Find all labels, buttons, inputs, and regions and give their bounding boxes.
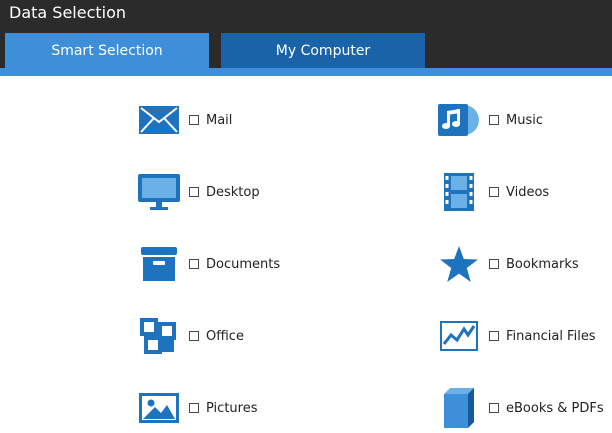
category-mail[interactable]: Mail — [138, 100, 232, 140]
category-label: Documents — [206, 256, 281, 272]
monitor-icon — [138, 172, 180, 212]
category-music[interactable]: Music — [438, 100, 543, 140]
category-desktop[interactable]: Desktop — [138, 172, 260, 212]
bookmarks-checkbox[interactable] — [489, 259, 499, 269]
financial-files-checkbox[interactable] — [489, 331, 499, 341]
chart-icon — [438, 316, 480, 356]
mail-checkbox[interactable] — [189, 115, 199, 125]
book-icon — [438, 388, 480, 428]
category-label: Office — [206, 328, 244, 344]
tab-underline — [0, 68, 612, 76]
tab-label: Smart Selection — [51, 42, 163, 59]
category-financial-files[interactable]: Financial Files — [438, 316, 596, 356]
tab-my-computer[interactable]: My Computer — [221, 33, 425, 68]
category-label: Financial Files — [506, 328, 596, 344]
category-label: Pictures — [206, 400, 258, 416]
tab-smart-selection[interactable]: Smart Selection — [5, 33, 209, 68]
music-checkbox[interactable] — [489, 115, 499, 125]
category-label: Bookmarks — [506, 256, 579, 272]
office-icon — [138, 316, 180, 356]
category-videos[interactable]: Videos — [438, 172, 549, 212]
pictures-checkbox[interactable] — [189, 403, 199, 413]
category-office[interactable]: Office — [138, 316, 244, 356]
picture-icon — [138, 388, 180, 428]
star-icon — [438, 244, 480, 284]
category-pictures[interactable]: Pictures — [138, 388, 257, 428]
category-ebooks-pdfs[interactable]: eBooks & PDFs — [438, 388, 604, 428]
category-bookmarks[interactable]: Bookmarks — [438, 244, 579, 284]
documents-checkbox[interactable] — [189, 259, 199, 269]
archive-box-icon — [138, 244, 180, 284]
ebooks-pdfs-checkbox[interactable] — [489, 403, 499, 413]
category-label: Mail — [206, 112, 233, 128]
film-icon — [438, 172, 480, 212]
office-checkbox[interactable] — [189, 331, 199, 341]
category-label: Music — [506, 112, 543, 128]
category-documents[interactable]: Documents — [138, 244, 280, 284]
music-icon — [438, 100, 480, 140]
category-label: Videos — [506, 184, 550, 200]
category-label: eBooks & PDFs — [506, 400, 604, 416]
tab-label: My Computer — [275, 42, 371, 59]
envelope-icon — [138, 100, 180, 140]
desktop-checkbox[interactable] — [189, 187, 199, 197]
title-bar: Data Selection Smart Selection My Comput… — [0, 0, 612, 76]
category-label: Desktop — [206, 184, 260, 200]
window-title: Data Selection — [9, 3, 127, 22]
videos-checkbox[interactable] — [489, 187, 499, 197]
